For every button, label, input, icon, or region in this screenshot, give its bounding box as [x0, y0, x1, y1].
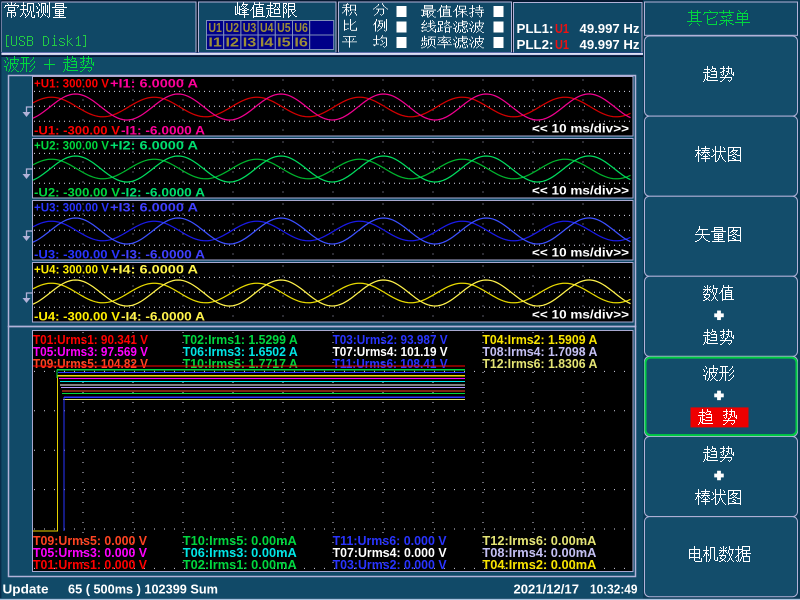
svg-text:T02:Irms1: 0.00mA: T02:Irms1: 0.00mA: [183, 557, 298, 572]
svg-text:+U4: 300.00 V: +U4: 300.00 V: [34, 265, 109, 277]
svg-text:U1: U1: [555, 37, 569, 52]
svg-text:49.997 Hz: 49.997 Hz: [580, 21, 641, 36]
svg-text:T12:Irms6: 1.8306 A: T12:Irms6: 1.8306 A: [482, 356, 598, 371]
svg-text:-I3: -6.0000 A: -I3: -6.0000 A: [121, 250, 205, 262]
svg-text:I2: I2: [226, 36, 240, 50]
svg-text:T11:Urms6: 108.41 V: T11:Urms6: 108.41 V: [333, 356, 448, 371]
svg-text:2021/12/17: 2021/12/17: [514, 582, 580, 597]
svg-text:<< 10 ms/div>>: << 10 ms/div>>: [532, 124, 629, 136]
svg-text:PLL1:: PLL1:: [517, 21, 554, 36]
svg-text:T01:Urms1: 0.000 V: T01:Urms1: 0.000 V: [33, 557, 147, 572]
svg-text:U6: U6: [294, 21, 308, 35]
svg-text:I5: I5: [277, 36, 291, 50]
svg-text:-U1: -300.00 V: -U1: -300.00 V: [34, 126, 120, 138]
svg-text:I4: I4: [260, 36, 274, 50]
svg-text:U1: U1: [208, 21, 222, 35]
svg-text:-I1: -6.0000 A: -I1: -6.0000 A: [121, 126, 205, 138]
svg-text:T03:Urms2: 0.000 V: T03:Urms2: 0.000 V: [333, 557, 447, 572]
svg-text:65 ( 500ms ) 102399 Sum: 65 ( 500ms ) 102399 Sum: [68, 582, 218, 597]
svg-text:I6: I6: [294, 36, 308, 50]
svg-text:U3: U3: [243, 21, 257, 35]
svg-text:-U4: -300.00 V: -U4: -300.00 V: [34, 312, 120, 324]
svg-text:+I3: 6.0000 A: +I3: 6.0000 A: [110, 203, 198, 215]
svg-text:I3: I3: [243, 36, 257, 50]
svg-text:PLL2:: PLL2:: [517, 37, 554, 52]
svg-text:49.997 Hz: 49.997 Hz: [580, 37, 641, 52]
svg-text:T04:Irms2: 0.00mA: T04:Irms2: 0.00mA: [482, 557, 597, 572]
svg-text:<< 10 ms/div>>: << 10 ms/div>>: [532, 248, 629, 260]
svg-text:T10:Irms5: 1.7717 A: T10:Irms5: 1.7717 A: [183, 356, 299, 371]
svg-text:I1: I1: [208, 36, 222, 50]
svg-text:-I2: -6.0000 A: -I2: -6.0000 A: [121, 188, 205, 200]
svg-text:U2: U2: [226, 21, 240, 35]
svg-text:<< 10 ms/div>>: << 10 ms/div>>: [532, 186, 629, 198]
svg-text:10:32:49: 10:32:49: [590, 582, 638, 597]
svg-text:-U3: -300.00 V: -U3: -300.00 V: [34, 250, 120, 262]
svg-text:T09:Urms5: 104.82 V: T09:Urms5: 104.82 V: [33, 356, 148, 371]
svg-text:U4: U4: [260, 21, 274, 35]
svg-text:+I1: 6.0000 A: +I1: 6.0000 A: [110, 79, 198, 91]
svg-text:<< 10 ms/div>>: << 10 ms/div>>: [532, 310, 629, 322]
svg-text:-I4: -6.0000 A: -I4: -6.0000 A: [121, 312, 205, 324]
svg-text:+U1: 300.00 V: +U1: 300.00 V: [34, 79, 109, 91]
svg-text:+I4: 6.0000 A: +I4: 6.0000 A: [110, 265, 198, 277]
svg-text:+U2: 300.00 V: +U2: 300.00 V: [34, 141, 109, 153]
svg-text:Update: Update: [3, 582, 49, 597]
svg-text:-U2: -300.00 V: -U2: -300.00 V: [34, 188, 120, 200]
svg-text:+I2: 6.0000 A: +I2: 6.0000 A: [110, 141, 198, 153]
svg-text:U5: U5: [277, 21, 291, 35]
svg-text:U1: U1: [555, 21, 569, 36]
svg-text:+U3: 300.00 V: +U3: 300.00 V: [34, 203, 109, 215]
